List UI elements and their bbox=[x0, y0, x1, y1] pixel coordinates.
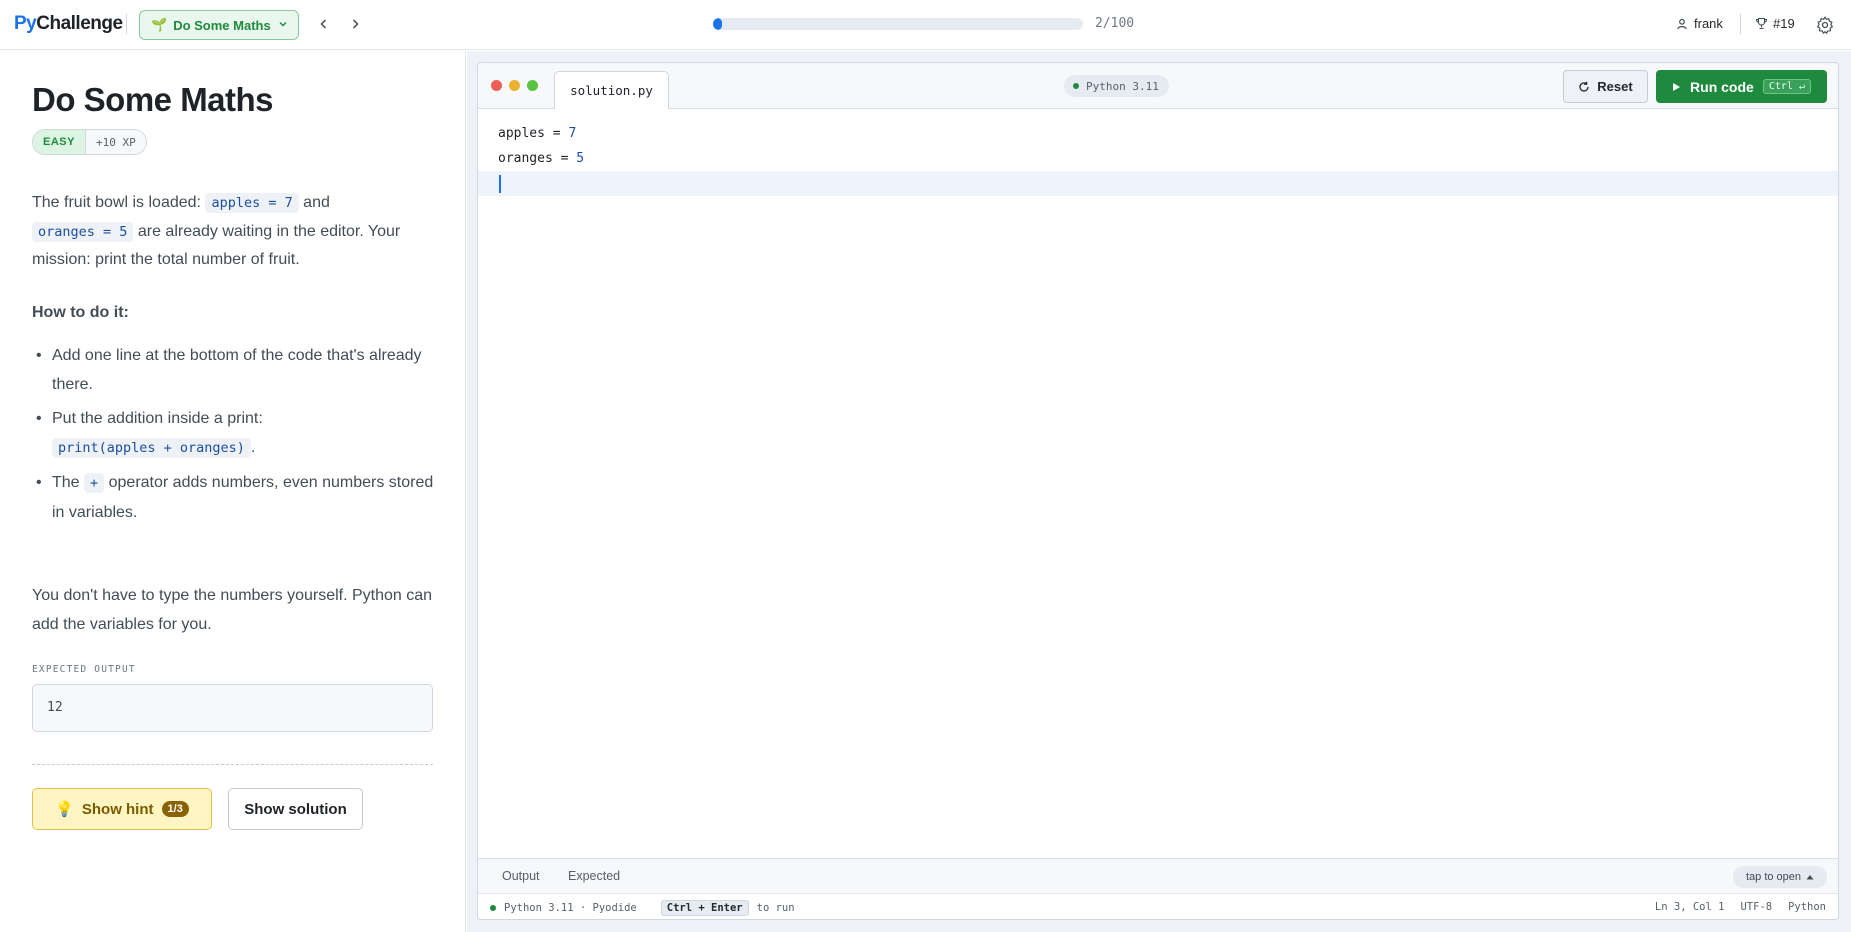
xp-badge: +10 XP bbox=[84, 130, 146, 154]
list-item: The + operator adds numbers, even number… bbox=[32, 468, 442, 527]
divider bbox=[126, 14, 127, 34]
prev-challenge-button[interactable] bbox=[314, 14, 334, 34]
divider bbox=[1740, 14, 1741, 34]
top-bar: PyChallenge 🌱 Do Some Maths 2/100 frank … bbox=[0, 0, 1851, 50]
settings-gear-icon[interactable] bbox=[1815, 15, 1835, 35]
play-icon bbox=[1673, 82, 1681, 91]
code-line[interactable]: oranges = 5 bbox=[478, 146, 1838, 171]
inline-code: apples = 7 bbox=[205, 193, 299, 213]
expected-output-label: EXPECTED OUTPUT bbox=[32, 664, 136, 675]
inline-code: print(apples + oranges) bbox=[52, 438, 251, 458]
show-hint-button[interactable]: 💡 Show hint 1/3 bbox=[32, 788, 212, 830]
chevron-right-icon bbox=[352, 19, 359, 29]
progress-bar bbox=[713, 18, 1083, 30]
howto-heading: How to do it: bbox=[32, 304, 129, 321]
editor-header: solution.py Python 3.11 Reset Run code C… bbox=[478, 63, 1838, 109]
trophy-icon bbox=[1755, 17, 1768, 30]
difficulty-badge: EASY bbox=[33, 130, 85, 154]
list-item: Put the addition inside a print:print(ap… bbox=[32, 404, 442, 463]
reset-icon bbox=[1579, 81, 1589, 92]
status-runtime: Python 3.11 · Pyodide bbox=[504, 902, 637, 914]
status-bar: Python 3.11 · Pyodide Ctrl + Enter to ru… bbox=[478, 893, 1838, 919]
inline-code: oranges = 5 bbox=[32, 221, 134, 242]
tips-list: Add one line at the bottom of the code t… bbox=[32, 341, 442, 532]
problem-outro: You don't have to type the numbers yours… bbox=[32, 587, 433, 633]
problem-panel: Do Some Maths EASY +10 XP The fruit bowl… bbox=[0, 51, 466, 932]
lightbulb-icon: 💡 bbox=[55, 801, 74, 818]
leaderboard-rank[interactable]: #19 bbox=[1755, 16, 1795, 31]
tab-expected[interactable]: Expected bbox=[568, 869, 620, 883]
next-challenge-button[interactable] bbox=[345, 14, 365, 34]
file-tab[interactable]: solution.py bbox=[554, 71, 669, 109]
problem-title: Do Some Maths bbox=[32, 81, 274, 118]
reset-button[interactable]: Reset bbox=[1563, 70, 1648, 103]
user-menu[interactable]: frank bbox=[1676, 16, 1723, 31]
challenge-selector-label: Do Some Maths bbox=[173, 17, 271, 33]
run-shortcut-kbd: Ctrl ↵ bbox=[1762, 79, 1811, 94]
window-close-dot bbox=[491, 80, 502, 91]
problem-badges: EASY +10 XP bbox=[32, 129, 147, 155]
status-dot bbox=[490, 905, 496, 911]
tap-to-open-button[interactable]: tap to open bbox=[1733, 866, 1827, 888]
app-logo[interactable]: PyChallenge bbox=[14, 13, 123, 35]
seedling-icon: 🌱 bbox=[151, 17, 168, 32]
problem-description: The fruit bowl is loaded: apples = 7 and… bbox=[32, 193, 401, 268]
chevron-down-icon bbox=[279, 22, 287, 27]
divider bbox=[32, 764, 433, 765]
run-code-button[interactable]: Run code Ctrl ↵ bbox=[1656, 70, 1827, 103]
user-icon bbox=[1677, 18, 1687, 29]
expected-output-box: 12 bbox=[32, 684, 433, 732]
caret-up-icon bbox=[1806, 875, 1814, 880]
window-maximize-dot bbox=[527, 80, 538, 91]
progress-bar-fill bbox=[713, 18, 723, 30]
status-run-hint: to run bbox=[756, 902, 795, 914]
file-encoding: UTF-8 bbox=[1740, 901, 1773, 913]
hint-count-badge: 1/3 bbox=[161, 801, 189, 817]
code-editor: solution.py Python 3.11 Reset Run code C… bbox=[477, 62, 1839, 920]
code-line[interactable]: apples = 7 bbox=[478, 121, 1838, 146]
challenge-selector[interactable]: 🌱 Do Some Maths bbox=[139, 10, 299, 40]
list-item: Add one line at the bottom of the code t… bbox=[32, 341, 442, 399]
chevron-left-icon bbox=[320, 19, 327, 29]
language-mode: Python bbox=[1788, 901, 1826, 913]
progress-count: 2/100 bbox=[1095, 16, 1135, 31]
cursor-position: Ln 3, Col 1 bbox=[1654, 901, 1725, 913]
run-shortcut-kbd: Ctrl + Enter bbox=[660, 900, 749, 916]
code-line-active[interactable] bbox=[478, 171, 1838, 196]
text-cursor bbox=[499, 175, 501, 193]
runtime-badge: Python 3.11 bbox=[1064, 75, 1169, 97]
window-minimize-dot bbox=[509, 80, 520, 91]
username: frank bbox=[1694, 16, 1723, 31]
code-area[interactable]: apples = 7 oranges = 5 bbox=[478, 109, 1838, 196]
output-panel-bar: Output Expected tap to open bbox=[478, 858, 1838, 893]
tab-output[interactable]: Output bbox=[502, 869, 540, 883]
rank-value: #19 bbox=[1773, 16, 1795, 31]
inline-code: + bbox=[84, 473, 105, 493]
show-solution-button[interactable]: Show solution bbox=[228, 788, 363, 830]
